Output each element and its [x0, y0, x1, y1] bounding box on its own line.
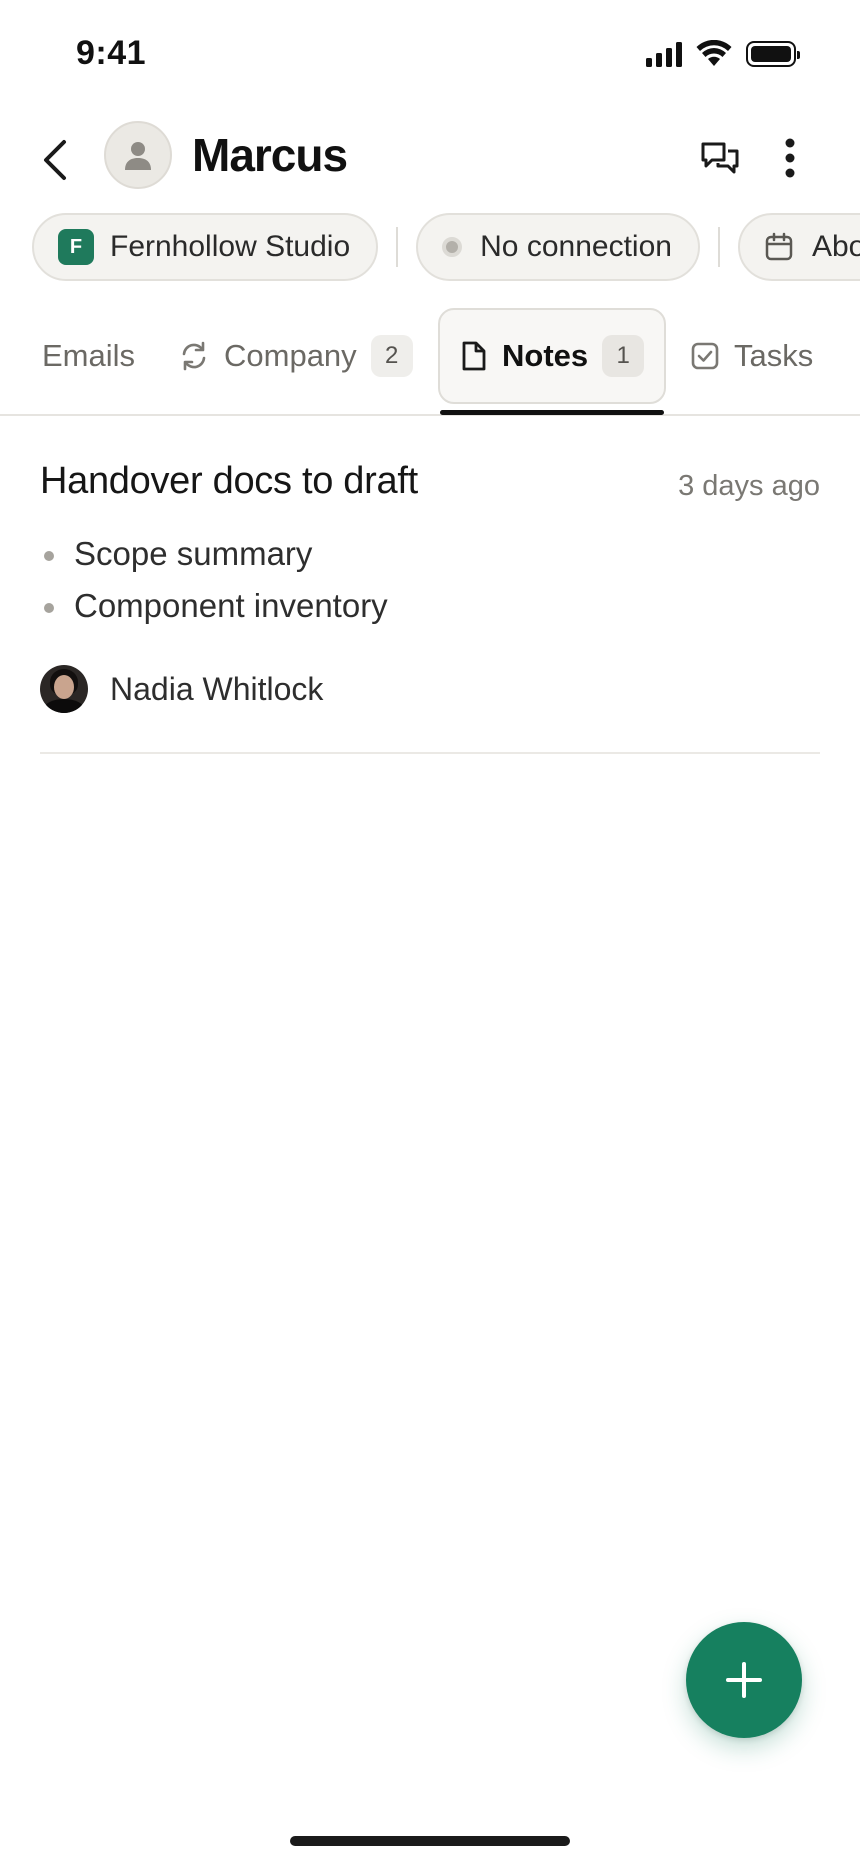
status-dot-icon: [442, 237, 463, 257]
connection-chip-label: No connection: [480, 230, 672, 263]
document-icon: [460, 340, 488, 372]
active-tab-indicator: [440, 410, 664, 415]
note-item[interactable]: Handover docs to draft 3 days ago Scope …: [40, 448, 820, 754]
note-timestamp: 3 days ago: [678, 470, 820, 502]
back-chevron-icon: [44, 140, 66, 180]
home-indicator[interactable]: [290, 1836, 570, 1846]
company-logo: F: [58, 229, 94, 265]
calendar-chip[interactable]: Abo: [737, 213, 860, 281]
battery-icon: [746, 41, 800, 67]
tab-notes[interactable]: Notes 1: [438, 308, 666, 404]
calendar-chip-label: Abo: [811, 230, 860, 263]
add-note-button[interactable]: [686, 1622, 802, 1738]
note-author: Nadia Whitlock: [40, 664, 323, 714]
more-vertical-icon: [785, 138, 795, 178]
tab-notes-count: 1: [602, 335, 645, 377]
calendar-icon: [764, 232, 794, 262]
tab-tasks-label: Tasks: [734, 338, 814, 373]
chip-divider: [396, 227, 399, 267]
more-options-button[interactable]: [770, 132, 810, 184]
cellular-signal-icon: [646, 41, 682, 67]
tab-emails[interactable]: Emails: [42, 308, 135, 404]
sync-icon: [178, 340, 210, 372]
company-chip-label: Fernhollow Studio: [110, 230, 351, 263]
note-title: Handover docs to draft: [40, 460, 418, 502]
tab-bar: Emails Company 2 Notes 1 Tasks: [0, 304, 860, 416]
status-bar: 9:41: [0, 0, 860, 110]
tab-tasks[interactable]: Tasks: [690, 308, 813, 404]
contact-header: Marcus: [0, 110, 860, 210]
tab-company-label: Company: [224, 338, 357, 373]
messages-button[interactable]: [694, 132, 746, 184]
tab-company[interactable]: Company 2: [178, 308, 413, 404]
contact-avatar[interactable]: [104, 121, 172, 189]
connection-chip[interactable]: No connection: [416, 213, 700, 281]
tab-notes-label: Notes: [502, 338, 589, 373]
contact-chips: F Fernhollow Studio No connection Abo: [32, 212, 860, 282]
tab-emails-label: Emails: [42, 338, 136, 373]
wifi-icon: [696, 40, 732, 66]
contact-name: Marcus: [192, 129, 348, 181]
plus-icon: [726, 1662, 762, 1698]
tab-company-count: 2: [370, 335, 413, 377]
person-icon: [125, 142, 151, 170]
chip-divider: [717, 227, 720, 267]
status-time: 9:41: [76, 34, 147, 72]
checkbox-icon: [690, 341, 720, 371]
note-bullet: Component inventory: [40, 580, 388, 632]
status-icons: [646, 38, 800, 70]
back-button[interactable]: [30, 130, 80, 190]
company-chip[interactable]: F Fernhollow Studio: [32, 213, 379, 281]
note-bullet-list: Scope summary Component inventory: [40, 528, 388, 632]
note-bullet: Scope summary: [40, 528, 388, 580]
chat-bubbles-icon: [701, 142, 739, 174]
author-name: Nadia Whitlock: [110, 670, 324, 707]
author-avatar: [40, 665, 88, 713]
